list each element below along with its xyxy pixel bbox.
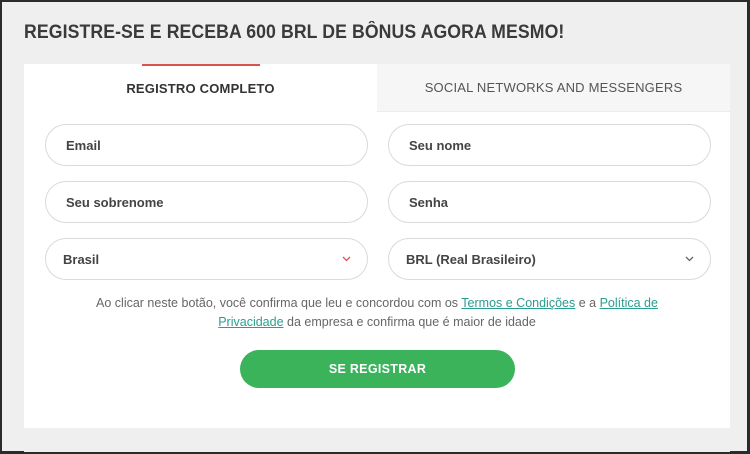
- terms-notice: Ao clicar neste botão, você confirma que…: [64, 294, 690, 332]
- terms-text-2: e a: [575, 296, 600, 310]
- terms-link[interactable]: Termos e Condições: [461, 296, 575, 310]
- bottom-strip: [24, 428, 730, 452]
- page-title: REGISTRE-SE E RECEBA 600 BRL DE BÔNUS AG…: [24, 22, 565, 43]
- currency-select-value: BRL (Real Brasileiro): [406, 251, 536, 267]
- last-name-field[interactable]: [66, 194, 367, 210]
- tab-full-registration[interactable]: REGISTRO COMPLETO: [24, 64, 377, 112]
- tab-label: REGISTRO COMPLETO: [126, 80, 275, 96]
- tab-social-networks[interactable]: SOCIAL NETWORKS AND MESSENGERS: [377, 64, 730, 112]
- password-field-wrapper: [388, 181, 711, 223]
- currency-select[interactable]: BRL (Real Brasileiro): [388, 238, 711, 280]
- tab-label: SOCIAL NETWORKS AND MESSENGERS: [424, 80, 683, 95]
- terms-text-1: Ao clicar neste botão, você confirma que…: [96, 296, 462, 310]
- chevron-down-icon: [684, 254, 694, 264]
- first-name-field-wrapper: [388, 124, 711, 166]
- active-tab-indicator: [142, 64, 260, 66]
- register-button[interactable]: SE REGISTRAR: [240, 350, 515, 388]
- registration-tabs: REGISTRO COMPLETO SOCIAL NETWORKS AND ME…: [24, 64, 730, 112]
- password-field[interactable]: [409, 194, 710, 210]
- first-name-field[interactable]: [409, 137, 710, 153]
- window-frame: REGISTRE-SE E RECEBA 600 BRL DE BÔNUS AG…: [0, 0, 750, 454]
- email-field-wrapper: [45, 124, 368, 166]
- email-field[interactable]: [66, 137, 367, 153]
- chevron-down-icon: [341, 254, 351, 264]
- registration-card: REGISTRO COMPLETO SOCIAL NETWORKS AND ME…: [24, 64, 730, 428]
- terms-text-3: da empresa e confirma que é maior de ida…: [283, 315, 536, 329]
- last-name-field-wrapper: [45, 181, 368, 223]
- country-select-value: Brasil: [63, 251, 100, 267]
- country-select[interactable]: Brasil: [45, 238, 368, 280]
